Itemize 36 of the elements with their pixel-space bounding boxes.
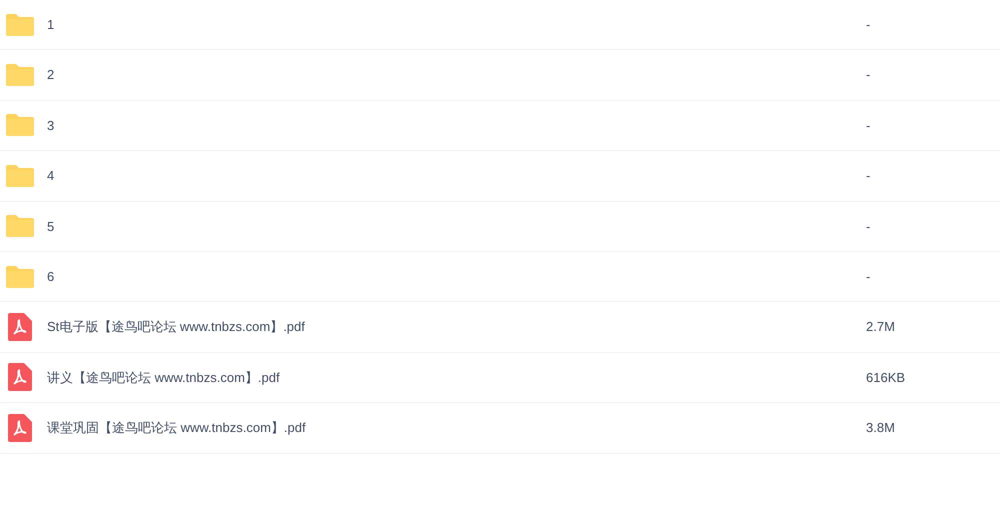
file-row[interactable]: 6 - xyxy=(0,252,1000,302)
pdf-icon xyxy=(8,414,32,442)
file-row[interactable]: 课堂巩固【途鸟吧论坛 www.tnbzs.com】.pdf 3.8M xyxy=(0,403,1000,454)
file-size: 3.8M xyxy=(866,419,895,438)
file-size: - xyxy=(866,218,870,236)
file-name[interactable]: 5 xyxy=(47,216,866,236)
file-size: - xyxy=(866,268,870,286)
folder-icon xyxy=(5,214,35,238)
file-size: - xyxy=(866,167,870,186)
file-row[interactable]: St电子版【途鸟吧论坛 www.tnbzs.com】.pdf 2.7M xyxy=(0,302,1000,353)
pdf-icon xyxy=(8,363,32,392)
file-row[interactable]: 2 - xyxy=(0,50,1000,101)
file-size: - xyxy=(866,16,870,34)
folder-icon xyxy=(5,164,35,188)
file-name[interactable]: 课堂巩固【途鸟吧论坛 www.tnbzs.com】.pdf xyxy=(47,418,866,438)
file-size: 616KB xyxy=(866,368,906,387)
file-size: - xyxy=(866,116,870,135)
file-row[interactable]: 5 - xyxy=(0,202,1000,252)
file-name[interactable]: 6 xyxy=(47,266,866,286)
file-row[interactable]: 1 - xyxy=(0,0,1000,50)
file-row[interactable]: 讲义【途鸟吧论坛 www.tnbzs.com】.pdf 616KB xyxy=(0,352,1000,404)
folder-icon xyxy=(5,113,35,138)
file-name[interactable]: 4 xyxy=(47,166,866,186)
file-name[interactable]: 2 xyxy=(47,65,866,85)
pdf-icon xyxy=(8,313,32,342)
file-name[interactable]: 讲义【途鸟吧论坛 www.tnbzs.com】.pdf xyxy=(47,368,866,388)
file-size: - xyxy=(866,66,870,84)
file-size: 2.7M xyxy=(866,318,895,336)
file-name[interactable]: 1 xyxy=(47,14,866,34)
file-row[interactable]: 3 - xyxy=(0,100,1000,152)
file-name[interactable]: 3 xyxy=(47,116,866,136)
file-row[interactable]: 4 - xyxy=(0,151,1000,202)
folder-icon xyxy=(5,12,35,37)
folder-icon xyxy=(5,63,35,88)
folder-icon xyxy=(5,264,35,289)
file-name[interactable]: St电子版【途鸟吧论坛 www.tnbzs.com】.pdf xyxy=(47,317,866,337)
